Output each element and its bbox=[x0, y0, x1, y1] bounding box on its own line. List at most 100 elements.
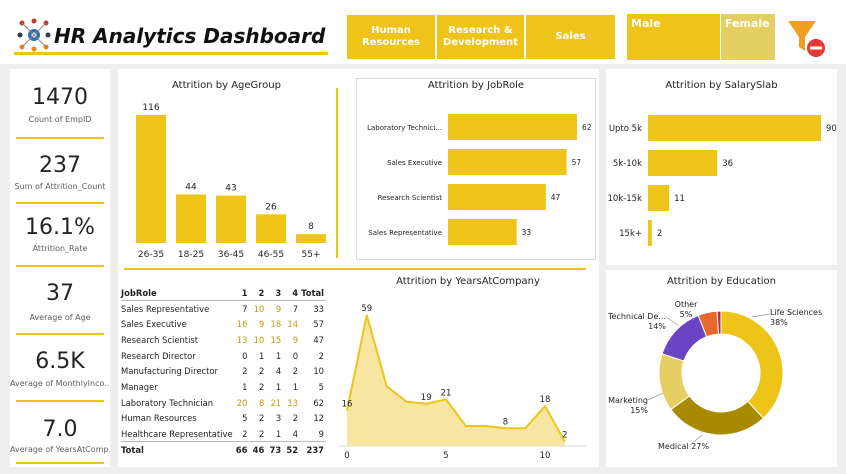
salary-category-label: 5k-10k bbox=[613, 159, 642, 169]
table-cell: 2 bbox=[258, 381, 265, 392]
table-cell: 18 bbox=[270, 319, 282, 330]
column-header-3[interactable]: 3 bbox=[266, 285, 284, 302]
table-total-row: Total 66 46 73 52 237 bbox=[121, 441, 326, 458]
clear-filter-icon[interactable] bbox=[786, 19, 828, 61]
education-slice bbox=[720, 310, 784, 419]
age-bar-value: 44 bbox=[185, 182, 197, 192]
slicer-sales[interactable]: Sales bbox=[526, 15, 615, 59]
slicer-research-development[interactable]: Research & Development bbox=[437, 15, 524, 59]
table-cell: 20 bbox=[236, 397, 248, 408]
table-cell: 1 bbox=[275, 381, 282, 392]
kpi-panel: 1470 Count of EmpID 237 Sum of Attrition… bbox=[10, 69, 110, 467]
salary-bar bbox=[648, 115, 821, 141]
table-cell: 1 bbox=[258, 350, 265, 361]
education-slice-label: Technical De... bbox=[607, 312, 666, 321]
age-group-chart[interactable]: 116 26-35 44 18-25 43 36-45 26 46-55 8 55+ bbox=[124, 95, 336, 265]
years-point bbox=[366, 314, 368, 316]
kpi-divider bbox=[16, 137, 104, 139]
education-slice-label: 15% bbox=[630, 406, 648, 415]
table-row-label: Sales Executive bbox=[121, 319, 187, 330]
kpi-divider bbox=[16, 400, 104, 402]
years-data-label: 21 bbox=[441, 388, 452, 398]
table-row: Research Director 0 1 1 0 2 bbox=[121, 348, 326, 364]
column-header-jobrole[interactable]: JobRole bbox=[121, 285, 233, 302]
table-row: Human Resources 5 2 3 2 12 bbox=[121, 411, 326, 427]
salary-slab-chart[interactable]: 90 Upto 5k 36 5k-10k 11 10k-15k 2 15k+ bbox=[606, 100, 837, 260]
center-divider bbox=[124, 268, 586, 270]
years-point bbox=[386, 385, 388, 387]
column-header-4[interactable]: 4 bbox=[283, 285, 301, 302]
table-cell: 5 bbox=[242, 413, 248, 424]
jobrole-category-label: Sales Executive bbox=[387, 159, 442, 167]
table-cell: 5 bbox=[318, 381, 324, 392]
jobrole-bar bbox=[448, 114, 577, 140]
table-cell: 9 bbox=[318, 428, 324, 439]
age-category-label: 36-45 bbox=[218, 250, 244, 260]
table-cell: 1 bbox=[275, 350, 282, 361]
kpi-avg-income-value: 6.5K bbox=[35, 349, 85, 374]
slicer-male[interactable]: Male bbox=[627, 14, 720, 60]
years-point bbox=[524, 427, 526, 429]
jobrole-matrix-table[interactable]: JobRole 1 2 3 4 Total Sales Representative 7 10… bbox=[121, 285, 331, 458]
table-row: Sales Executive 16 9 18 14 57 bbox=[121, 316, 326, 332]
years-point bbox=[425, 403, 427, 405]
job-role-chart[interactable]: 62 Laboratory Technici... 57 Sales Executiv… bbox=[357, 96, 595, 256]
table-cell: 237 bbox=[300, 441, 326, 458]
table-cell: 47 bbox=[313, 334, 324, 345]
table-cell: 9 bbox=[258, 319, 265, 330]
table-row-label: Manufacturing Director bbox=[121, 366, 218, 377]
dashboard-title: HR Analytics Dashboard bbox=[54, 24, 326, 48]
table-cell: 9 bbox=[292, 334, 299, 345]
column-header-total[interactable]: Total bbox=[300, 285, 326, 302]
table-cell: 9 bbox=[275, 303, 282, 314]
table-cell: 10 bbox=[253, 303, 265, 314]
education-chart-title: Attrition by Education bbox=[667, 276, 776, 287]
salary-bar bbox=[648, 220, 652, 246]
kpi-divider bbox=[16, 333, 104, 335]
age-category-label: 46-55 bbox=[258, 250, 284, 260]
table-cell: 10 bbox=[253, 334, 265, 345]
jobrole-bar bbox=[448, 219, 517, 245]
table-row-label: Manager bbox=[121, 381, 158, 392]
years-point bbox=[564, 441, 566, 443]
kpi-avg-years-label: Average of YearsAtComp... bbox=[10, 445, 110, 454]
table-cell: 7 bbox=[242, 303, 248, 314]
jobrole-bar-value: 33 bbox=[522, 228, 532, 237]
years-data-label: 59 bbox=[361, 304, 372, 314]
education-slice bbox=[661, 314, 708, 362]
header-bar: HR Analytics Dashboard Human Resources R… bbox=[0, 0, 846, 64]
slicer-human-resources[interactable]: Human Resources bbox=[347, 15, 435, 59]
jobrole-category-label: Sales Representative bbox=[368, 229, 442, 237]
table-cell: 15 bbox=[270, 334, 282, 345]
slicer-female[interactable]: Female bbox=[721, 14, 775, 60]
table-cell: 7 bbox=[292, 303, 299, 314]
table-row: Sales Representative 7 10 9 7 33 bbox=[121, 301, 326, 317]
table-row-label: Laboratory Technician bbox=[121, 397, 214, 408]
education-leader-line bbox=[647, 392, 664, 401]
kpi-avg-years-value: 7.0 bbox=[42, 417, 78, 442]
table-row: Laboratory Technician 20 8 21 13 62 bbox=[121, 395, 326, 411]
column-header-2[interactable]: 2 bbox=[249, 285, 267, 302]
kpi-divider bbox=[16, 462, 104, 464]
kpi-attrition-rate-label: Attrition_Rate bbox=[32, 244, 88, 253]
years-x-tick: 5 bbox=[443, 451, 448, 461]
table-cell: 2 bbox=[258, 428, 265, 439]
years-at-company-chart[interactable]: 16 59 19 21 8 18 2 0 5 10 bbox=[336, 288, 598, 466]
table-cell: 0 bbox=[292, 350, 299, 361]
table-cell: 2 bbox=[242, 366, 248, 377]
years-point bbox=[445, 398, 447, 400]
kpi-emp-count-label: Count of EmpID bbox=[28, 115, 92, 124]
years-point bbox=[544, 405, 546, 407]
table-cell: 21 bbox=[270, 397, 282, 408]
table-row-label: Research Scientist bbox=[121, 334, 199, 345]
kpi-avg-income-label: Average of MonthlyInco... bbox=[10, 379, 110, 388]
years-data-label: 2 bbox=[562, 431, 567, 441]
table-cell: 1 bbox=[292, 381, 299, 392]
education-slice-label: 14% bbox=[648, 322, 666, 331]
table-cell: 66 bbox=[232, 441, 250, 458]
jobrole-bar-value: 47 bbox=[551, 193, 561, 202]
years-point bbox=[405, 401, 407, 403]
education-donut-chart[interactable]: Life Sciences38% Medical 27% Marketing15% T… bbox=[606, 290, 837, 466]
column-header-1[interactable]: 1 bbox=[232, 285, 250, 302]
years-data-label: 19 bbox=[421, 393, 432, 403]
